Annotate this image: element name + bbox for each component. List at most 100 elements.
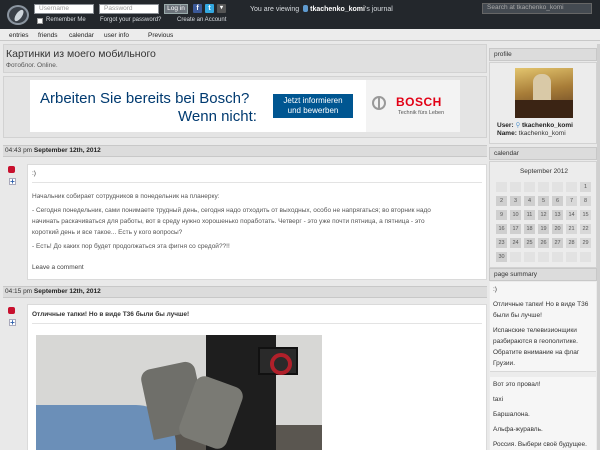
summary-item[interactable]: Альфа-журавль.: [490, 422, 596, 438]
summary-item[interactable]: Вот это провал!: [490, 377, 596, 393]
entry-date-bar: 04:43 pm September 12th, 2012: [3, 145, 487, 157]
calendar-day[interactable]: 30: [496, 252, 507, 262]
ad-headline: Arbeiten Sie bereits bei Bosch?: [40, 90, 250, 107]
password-input[interactable]: Password: [99, 4, 159, 14]
calendar-day[interactable]: 23: [496, 238, 507, 248]
calendar-day[interactable]: 11: [524, 210, 535, 220]
nav-entries[interactable]: entries: [9, 32, 29, 39]
calendar-day[interactable]: 1: [580, 182, 591, 192]
viewing-info: You are viewing tkachenko_komi's journal: [250, 5, 393, 13]
calendar-day[interactable]: 14: [566, 210, 577, 220]
login-button[interactable]: Log in: [164, 4, 188, 14]
ad-headline-2: Wenn nicht:: [178, 108, 257, 125]
calendar-day[interactable]: 16: [496, 224, 507, 234]
profile-name-label: Name:: [497, 130, 517, 137]
calendar-empty-cell: [566, 252, 577, 262]
calendar-day[interactable]: 24: [510, 238, 521, 248]
entry-text-line: начинать раскачиваться для работы, вот в…: [32, 218, 425, 225]
summary-item[interactable]: Испанские телевизионщики разбираются в г…: [490, 323, 596, 372]
top-bar: Username Password Log in f t ▾ Remember …: [0, 0, 600, 29]
calendar-day[interactable]: 10: [510, 210, 521, 220]
profile-box: User: ⚲ tkachenko_komi Name: tkachenko_k…: [489, 62, 597, 144]
calendar-empty-cell: [566, 182, 577, 192]
viewing-user-link[interactable]: tkachenko_komi: [310, 6, 365, 13]
summary-item[interactable]: Россия. Выбери своё будущее.: [490, 437, 596, 450]
profile-user-label: User:: [497, 122, 514, 129]
bosch-logo-icon: [372, 96, 386, 110]
calendar-day[interactable]: 29: [580, 238, 591, 248]
entry-subject: :): [32, 170, 36, 177]
entry-date-bar: 04:15 pm September 12th, 2012: [3, 286, 487, 298]
journal-subtitle: Фотоблог. Online.: [6, 62, 58, 69]
facebook-icon[interactable]: f: [193, 4, 202, 13]
nav-calendar[interactable]: calendar: [69, 32, 94, 39]
search-input[interactable]: Search at tkachenko_komi: [482, 3, 592, 14]
entry-photo[interactable]: [36, 335, 322, 450]
calendar-day[interactable]: 12: [538, 210, 549, 220]
avatar[interactable]: [515, 68, 573, 118]
add-memory-icon[interactable]: +: [9, 319, 16, 327]
ad-brand-name: BOSCH: [396, 95, 442, 109]
calendar-day[interactable]: 6: [552, 196, 563, 206]
calendar-day[interactable]: 8: [580, 196, 591, 206]
calendar-day[interactable]: 2: [496, 196, 507, 206]
user-icon[interactable]: [303, 5, 309, 12]
calendar-day[interactable]: 18: [524, 224, 535, 234]
calendar-empty-cell: [538, 182, 549, 192]
calendar-day[interactable]: 17: [510, 224, 521, 234]
calendar-empty-cell: [552, 252, 563, 262]
heart-icon[interactable]: [8, 166, 15, 173]
calendar-day[interactable]: 25: [524, 238, 535, 248]
username-input[interactable]: Username: [34, 4, 94, 14]
calendar-day[interactable]: 21: [566, 224, 577, 234]
calendar-day[interactable]: 19: [538, 224, 549, 234]
ad-content[interactable]: Arbeiten Sie bereits bei Bosch? Wenn nic…: [30, 80, 460, 132]
calendar: September 2012 1 2 3 4 5 6 7 8 9 10 11 12 13 14 15 16 17…: [489, 161, 597, 268]
leave-comment-link[interactable]: Leave a comment: [32, 264, 84, 271]
viewing-suffix: 's journal: [364, 6, 393, 13]
calendar-day[interactable]: 26: [538, 238, 549, 248]
calendar-day[interactable]: 27: [552, 238, 563, 248]
summary-item[interactable]: Отличные тапки! Но в виде Т36 были бы лу…: [490, 297, 596, 324]
profile-user-link[interactable]: tkachenko_komi: [522, 122, 573, 129]
journal-entry: :) Начальник собирает сотрудников в поне…: [27, 164, 487, 280]
calendar-empty-cell: [510, 252, 521, 262]
calendar-day[interactable]: 4: [524, 196, 535, 206]
calendar-day[interactable]: 3: [510, 196, 521, 206]
calendar-day[interactable]: 13: [552, 210, 563, 220]
entry-date-link[interactable]: September 12th, 2012: [34, 147, 101, 154]
calendar-empty-cell: [510, 182, 521, 192]
calendar-day[interactable]: 7: [566, 196, 577, 206]
calendar-day[interactable]: 5: [538, 196, 549, 206]
ad-brand-panel: BOSCH Technik fürs Leben: [366, 80, 460, 132]
entry-date-link[interactable]: September 12th, 2012: [34, 288, 101, 295]
summary-item[interactable]: taxi: [490, 392, 596, 408]
heart-icon[interactable]: [8, 307, 15, 314]
calendar-heading: calendar: [489, 147, 597, 160]
calendar-day[interactable]: 22: [580, 224, 591, 234]
create-account-link[interactable]: Create an Account: [177, 17, 226, 23]
calendar-day[interactable]: 9: [496, 210, 507, 220]
nav-previous[interactable]: Previous: [148, 32, 173, 39]
forgot-password-link[interactable]: Forgot your password?: [100, 17, 161, 23]
summary-item[interactable]: :): [490, 282, 596, 298]
nav-friends[interactable]: friends: [38, 32, 58, 39]
page-summary: :) Отличные тапки! Но в виде Т36 были бы…: [489, 281, 597, 450]
site-logo-icon[interactable]: [7, 5, 29, 25]
calendar-day[interactable]: 28: [566, 238, 577, 248]
summary-item[interactable]: Баршалона.: [490, 407, 596, 423]
remember-me-checkbox[interactable]: [37, 18, 43, 24]
calendar-day[interactable]: 20: [552, 224, 563, 234]
profile-name-value: tkachenko_komi: [518, 130, 566, 137]
ad-apply-button[interactable]: Jetzt informieren und bewerben: [273, 94, 353, 118]
calendar-day[interactable]: 15: [580, 210, 591, 220]
chevron-down-icon[interactable]: ▾: [217, 4, 226, 13]
journal-title: Картинки из моего мобильного: [6, 48, 156, 60]
nav-user-info[interactable]: user info: [104, 32, 129, 39]
add-memory-icon[interactable]: +: [9, 178, 16, 186]
profile-name: Name: tkachenko_komi: [497, 130, 566, 137]
twitter-icon[interactable]: t: [205, 4, 214, 13]
page-summary-heading: page summary: [489, 268, 597, 281]
user-icon[interactable]: ⚲: [515, 122, 520, 129]
remember-me-label: Remember Me: [46, 17, 86, 23]
